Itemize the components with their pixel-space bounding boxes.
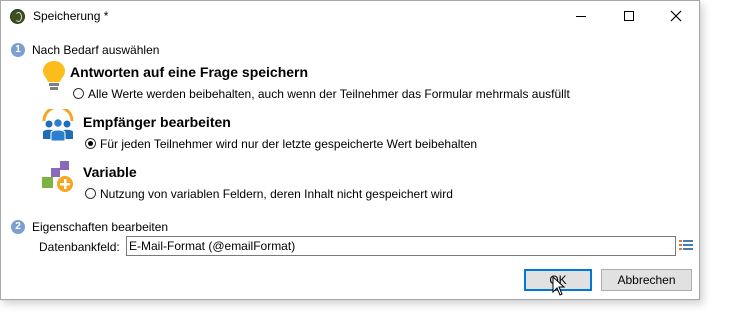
option-title: Variable xyxy=(83,164,137,180)
database-field-label: Datenbankfeld: xyxy=(39,240,120,254)
radio-save-answers[interactable] xyxy=(73,88,84,99)
field-picker-icon[interactable] xyxy=(678,238,694,254)
step-1-badge: 1 xyxy=(11,43,25,57)
title-bar: Speicherung * xyxy=(1,1,699,31)
mouse-cursor-icon xyxy=(552,276,566,296)
step-2-badge: 2 xyxy=(11,220,25,234)
minimize-icon xyxy=(576,16,586,17)
database-field-input[interactable]: E-Mail-Format (@emailFormat) xyxy=(126,236,676,256)
window-title: Speicherung * xyxy=(33,9,109,23)
option-title: Empfänger bearbeiten xyxy=(83,114,231,130)
app-logo-icon xyxy=(10,9,25,24)
cancel-button[interactable]: Abbrechen xyxy=(601,269,692,291)
option-title: Antworten auf eine Frage speichern xyxy=(70,64,309,80)
close-button[interactable] xyxy=(653,1,699,31)
minimize-button[interactable] xyxy=(558,1,604,31)
maximize-icon xyxy=(624,11,634,21)
save-dialog: Speicherung * 1 Nach Bedarf auswählen An… xyxy=(0,0,700,300)
radio-label: Für jeden Teilnehmer wird nur der letzte… xyxy=(100,137,478,151)
radio-variable[interactable] xyxy=(85,188,96,199)
variable-add-icon xyxy=(42,161,73,192)
recipients-icon xyxy=(42,109,74,142)
step-2-label: Eigenschaften bearbeiten xyxy=(32,220,169,234)
maximize-button[interactable] xyxy=(606,1,652,31)
close-icon xyxy=(670,10,682,22)
step-1-label: Nach Bedarf auswählen xyxy=(32,43,160,57)
radio-label: Nutzung von variablen Feldern, deren Inh… xyxy=(100,187,453,201)
radio-label: Alle Werte werden beibehalten, auch wenn… xyxy=(88,87,570,101)
lightbulb-icon xyxy=(43,61,65,90)
radio-edit-recipients[interactable] xyxy=(85,138,96,149)
